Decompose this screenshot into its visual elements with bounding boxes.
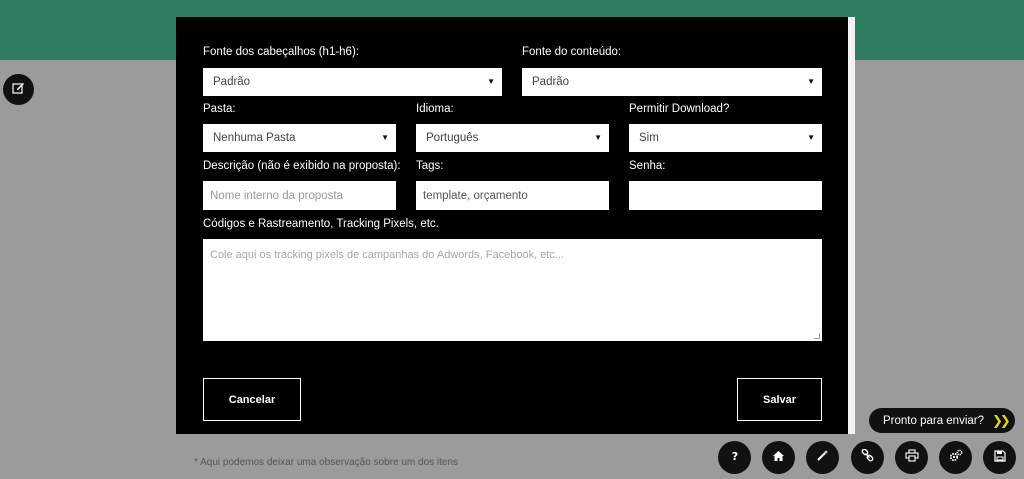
content-font-label: Fonte do conteúdo: bbox=[522, 46, 622, 58]
dropdown-arrow-icon: ▼ bbox=[594, 133, 602, 142]
link-icon bbox=[861, 448, 874, 467]
link-button[interactable] bbox=[851, 441, 884, 474]
modal-scrollbar[interactable] bbox=[848, 17, 855, 434]
heading-font-value: Padrão bbox=[213, 76, 251, 88]
tracking-textarea[interactable]: Cole aqui os tracking pixels de campanha… bbox=[203, 239, 822, 341]
help-icon: ? bbox=[729, 449, 741, 467]
tags-label: Tags: bbox=[416, 160, 444, 172]
print-icon bbox=[904, 448, 919, 467]
folder-select[interactable]: Nenhuma Pasta ▼ bbox=[203, 124, 396, 152]
footnote-text: * Aqui podemos deixar uma observação sob… bbox=[194, 457, 459, 468]
content-font-value: Padrão bbox=[532, 76, 570, 88]
edit-button[interactable] bbox=[3, 74, 34, 105]
resize-grip-icon[interactable] bbox=[814, 333, 820, 339]
description-input[interactable]: Nome interno da proposta bbox=[203, 181, 396, 210]
ready-to-send-label: Pronto para enviar? bbox=[883, 414, 985, 427]
folder-value: Nenhuma Pasta bbox=[213, 132, 296, 144]
folder-label: Pasta: bbox=[203, 103, 236, 115]
language-select[interactable]: Português ▼ bbox=[416, 124, 609, 152]
help-button[interactable]: ? bbox=[718, 441, 751, 474]
password-label: Senha: bbox=[629, 160, 666, 172]
edit-icon bbox=[12, 81, 25, 99]
download-value: Sim bbox=[639, 132, 659, 144]
settings-icon bbox=[949, 449, 963, 467]
dropdown-arrow-icon: ▼ bbox=[807, 77, 815, 86]
magic-wand-button[interactable] bbox=[806, 441, 839, 474]
dropdown-arrow-icon: ▼ bbox=[487, 77, 495, 86]
save-icon bbox=[993, 449, 1006, 467]
dropdown-arrow-icon: ▼ bbox=[381, 133, 389, 142]
tags-input[interactable]: template, orçamento bbox=[416, 181, 609, 210]
download-select[interactable]: Sim ▼ bbox=[629, 124, 822, 152]
print-button[interactable] bbox=[895, 441, 928, 474]
heading-font-label: Fonte dos cabeçalhos (h1-h6): bbox=[203, 46, 359, 58]
language-value: Português bbox=[426, 132, 479, 144]
heading-font-select[interactable]: Padrão ▼ bbox=[203, 68, 502, 96]
description-label: Descrição (não é exibido na proposta): bbox=[203, 160, 401, 172]
download-label: Permitir Download? bbox=[629, 103, 730, 115]
tracking-placeholder: Cole aqui os tracking pixels de campanha… bbox=[210, 249, 565, 261]
cancel-button[interactable]: Cancelar bbox=[203, 378, 301, 421]
password-input[interactable] bbox=[629, 181, 822, 210]
double-chevron-right-icon: ❯❯ bbox=[992, 412, 1011, 428]
dropdown-arrow-icon: ▼ bbox=[807, 133, 815, 142]
ready-to-send-button[interactable]: Pronto para enviar? ❯❯ bbox=[869, 408, 1015, 433]
save-button[interactable] bbox=[983, 441, 1016, 474]
content-font-select[interactable]: Padrão ▼ bbox=[522, 68, 822, 96]
tracking-label: Códigos e Rastreamento, Tracking Pixels,… bbox=[203, 218, 439, 230]
language-label: Idioma: bbox=[416, 103, 454, 115]
save-modal-button[interactable]: Salvar bbox=[737, 378, 822, 421]
magic-wand-icon bbox=[816, 449, 829, 467]
home-button[interactable] bbox=[762, 441, 795, 474]
svg-text:?: ? bbox=[731, 450, 737, 462]
settings-button[interactable] bbox=[939, 441, 972, 474]
home-icon bbox=[772, 449, 785, 467]
